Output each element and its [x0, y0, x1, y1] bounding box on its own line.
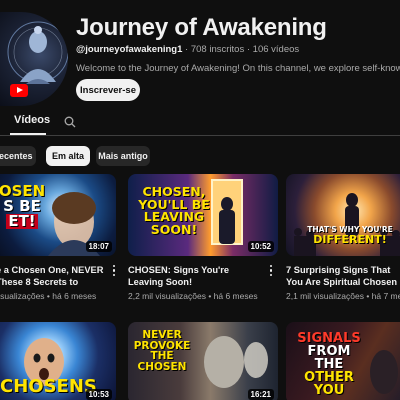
video-duration: 10:52: [247, 241, 274, 252]
tab-videos[interactable]: Vídeos: [14, 114, 50, 126]
thumbnail-overlay-text: OSEN S BE ET!: [0, 182, 46, 230]
search-icon[interactable]: [64, 116, 76, 128]
video-title[interactable]: e a Chosen One, NEVER These 8 Secrets to…: [0, 264, 114, 288]
thumbnail-overlay-text: CHOSEN, YOU'LL BE LEAVING SOON!: [138, 184, 210, 237]
subscriber-count: 708 inscritos: [190, 44, 245, 55]
thumbnail-overlay-text: SIGNALS FROM THE OTHER YOU: [297, 331, 361, 398]
chip-recent[interactable]: recentes: [0, 146, 36, 166]
video-duration: 16:21: [247, 389, 274, 400]
channel-tabs: Vídeos: [0, 106, 400, 136]
video-thumbnail[interactable]: THAT'S WHY YOU'RE DIFFERENT!: [286, 174, 400, 256]
video-title[interactable]: CHOSEN: Signs You're Leaving Soon!: [128, 264, 262, 288]
youtube-icon: [10, 84, 28, 97]
channel-title: Journey of Awakening: [76, 14, 327, 41]
active-tab-indicator: [10, 133, 46, 135]
video-meta: 2,2 mil visualizações • há 6 meses: [128, 291, 258, 301]
channel-description[interactable]: Welcome to the Journey of Awakening! On …: [76, 63, 400, 74]
chip-popular[interactable]: Em alta: [46, 146, 90, 166]
video-meta: visualizações • há 6 meses: [0, 291, 97, 301]
more-vert-icon[interactable]: [111, 265, 117, 279]
thumbnail-overlay-text: THAT'S WHY YOU'RE DIFFERENT!: [307, 225, 393, 246]
video-thumbnail[interactable]: OSEN S BE ET! 18:07: [0, 174, 116, 256]
video-thumbnail[interactable]: CHOSENS 10:53: [0, 322, 116, 400]
video-thumbnail[interactable]: NEVER PROVOKE THE CHOSEN 16:21: [128, 322, 278, 400]
channel-meta: @journeyofawakening1 · 708 inscritos · 1…: [76, 44, 300, 55]
video-duration: 18:07: [85, 241, 112, 252]
chip-oldest[interactable]: Mais antigo: [96, 146, 150, 166]
video-meta: 2,1 mil visualizações • há 7 meses: [286, 291, 400, 301]
thumbnail-overlay-text: CHOSENS: [0, 376, 97, 397]
video-duration: 10:53: [85, 389, 112, 400]
channel-handle: @journeyofawakening1: [76, 44, 183, 55]
video-thumbnail[interactable]: CHOSEN, YOU'LL BE LEAVING SOON! 10:52: [128, 174, 278, 256]
more-vert-icon[interactable]: [268, 265, 274, 279]
video-title[interactable]: 7 Surprising Signs That You Are Spiritua…: [286, 264, 398, 288]
subscribe-button[interactable]: Inscrever-se: [76, 79, 140, 101]
channel-avatar[interactable]: [0, 12, 68, 106]
video-thumbnail[interactable]: SIGNALS FROM THE OTHER YOU: [286, 322, 400, 400]
video-count: 106 vídeos: [252, 44, 300, 55]
thumbnail-overlay-text: NEVER PROVOKE THE CHOSEN: [133, 329, 191, 373]
